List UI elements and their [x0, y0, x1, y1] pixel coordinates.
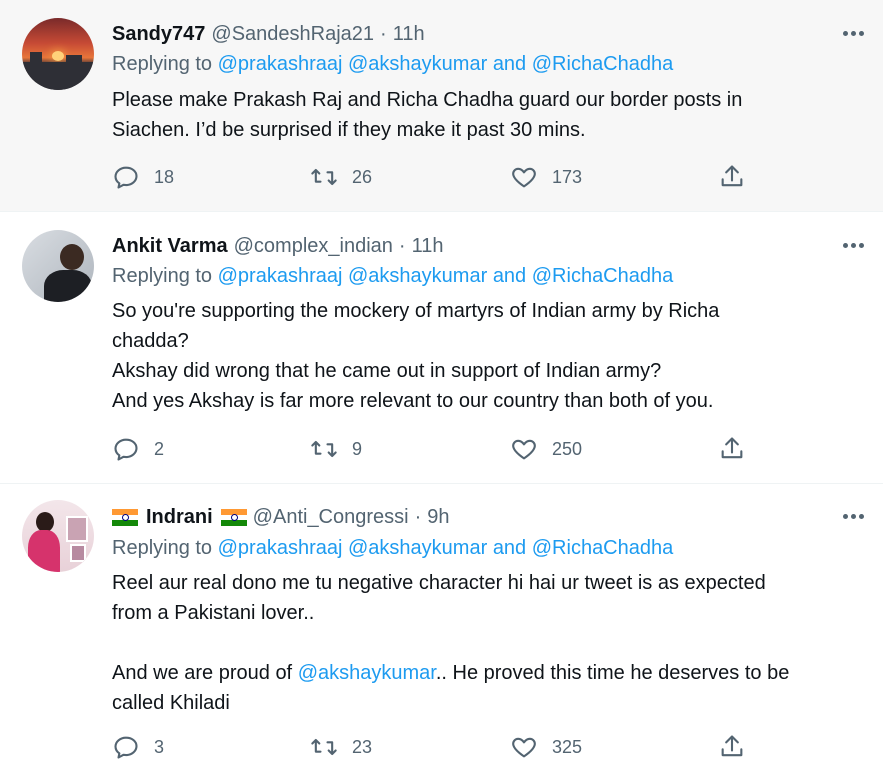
- reply-icon: [114, 166, 138, 189]
- tweet[interactable]: Sandy747 @SandeshRaja21 · 11h Replying t…: [0, 0, 883, 212]
- replying-to: Replying to @prakashraaj @akshaykumar an…: [112, 53, 673, 76]
- heart-icon: [512, 737, 536, 758]
- tweet-header: Ankit Varma @complex_indian · 11h: [112, 232, 823, 260]
- tweet-text-line: And yes Akshay is far more relevant to o…: [112, 390, 714, 412]
- tweet-text-line: Please make Prakash Raj and Richa Chadha…: [112, 89, 743, 111]
- mention-link[interactable]: @prakashraaj: [218, 53, 343, 75]
- like-count: 250: [552, 438, 583, 459]
- reply-button[interactable]: 18: [112, 162, 174, 192]
- retweet-icon: [311, 168, 337, 186]
- mention-link[interactable]: @prakashraaj: [218, 265, 343, 287]
- user-handle[interactable]: @Anti_Congressi: [253, 506, 409, 529]
- share-button[interactable]: [718, 162, 746, 192]
- mention-and: and: [492, 53, 527, 75]
- user-handle[interactable]: @SandeshRaja21: [211, 23, 374, 46]
- tweet-text: Reel aur real dono me tu negative charac…: [112, 568, 871, 718]
- timestamp[interactable]: 9h: [427, 506, 449, 529]
- separator: ·: [398, 234, 406, 257]
- avatar[interactable]: [22, 18, 94, 90]
- tweet-text-line: chadda?: [112, 330, 189, 352]
- more-icon[interactable]: [843, 511, 869, 521]
- mention-link[interactable]: @akshaykumar: [298, 662, 436, 684]
- replying-prefix: Replying to: [112, 53, 213, 75]
- tweet-actions: 3 23 325: [112, 732, 752, 762]
- timestamp[interactable]: 11h: [412, 235, 444, 258]
- separator: ·: [414, 505, 422, 528]
- replying-prefix: Replying to: [112, 537, 213, 559]
- tweet[interactable]: Indrani @Anti_Congressi · 9h Replying to…: [0, 484, 883, 772]
- retweet-button[interactable]: 26: [310, 162, 372, 192]
- mention-and: and: [492, 265, 527, 287]
- tweet-actions: 2 9 250: [112, 434, 752, 464]
- like-button[interactable]: 173: [510, 162, 582, 192]
- share-button[interactable]: [718, 732, 746, 762]
- tweet[interactable]: Ankit Varma @complex_indian · 11h Replyi…: [0, 212, 883, 484]
- tweet-text-line: called Khiladi: [112, 692, 230, 714]
- display-name[interactable]: Sandy747: [112, 23, 205, 46]
- share-icon: [721, 165, 743, 187]
- timestamp[interactable]: 11h: [393, 23, 425, 46]
- tweet-header: Indrani @Anti_Congressi · 9h: [112, 503, 823, 531]
- more-icon[interactable]: [843, 240, 869, 250]
- reply-button[interactable]: 3: [112, 732, 164, 762]
- tweet-text: So you're supporting the mockery of mart…: [112, 296, 871, 416]
- tweet-text-line: So you're supporting the mockery of mart…: [112, 300, 720, 322]
- reply-count: 18: [154, 166, 175, 187]
- avatar[interactable]: [22, 230, 94, 302]
- tweet-text-line: Reel aur real dono me tu negative charac…: [112, 572, 766, 594]
- heart-icon: [512, 439, 536, 460]
- reply-icon: [114, 438, 138, 461]
- reply-icon: [114, 736, 138, 759]
- tweet-text: Please make Prakash Raj and Richa Chadha…: [112, 85, 871, 145]
- mention-link[interactable]: @RichaChadha: [532, 537, 674, 559]
- text-fragment: .. He proved this time he deserves to be: [435, 662, 790, 684]
- display-name[interactable]: Indrani: [146, 506, 213, 529]
- retweet-button[interactable]: 23: [310, 732, 372, 762]
- retweet-count: 23: [352, 736, 373, 757]
- separator: ·: [380, 22, 387, 45]
- mention-and: and: [492, 537, 527, 559]
- tweet-actions: 18 26 173: [112, 162, 752, 192]
- mention-link[interactable]: @akshaykumar: [348, 265, 487, 287]
- user-handle[interactable]: @complex_indian: [234, 235, 393, 258]
- mention-link[interactable]: @RichaChadha: [532, 265, 674, 287]
- share-icon: [721, 437, 743, 459]
- share-button[interactable]: [718, 434, 746, 464]
- reply-count: 2: [154, 438, 165, 459]
- replying-to: Replying to @prakashraaj @akshaykumar an…: [112, 537, 673, 560]
- tweet-text-line: And we are proud of @akshaykumar.. He pr…: [112, 658, 871, 688]
- tweet-text-line: from a Pakistani lover..: [112, 602, 315, 624]
- replying-prefix: Replying to: [112, 265, 213, 287]
- mention-link[interactable]: @akshaykumar: [348, 537, 487, 559]
- heart-icon: [512, 167, 536, 188]
- retweet-icon: [311, 738, 337, 756]
- avatar[interactable]: [22, 500, 94, 572]
- replying-to: Replying to @prakashraaj @akshaykumar an…: [112, 265, 673, 288]
- tweet-header: Sandy747 @SandeshRaja21 · 11h: [112, 20, 823, 48]
- text-fragment: And we are proud of: [112, 662, 298, 684]
- reply-count: 3: [154, 736, 165, 757]
- india-flag-icon: [220, 508, 247, 526]
- display-name[interactable]: Ankit Varma: [112, 235, 228, 258]
- india-flag-icon: [112, 508, 138, 526]
- retweet-count: 26: [352, 166, 373, 187]
- retweet-button[interactable]: 9: [310, 434, 362, 464]
- like-count: 173: [552, 166, 583, 187]
- more-icon[interactable]: [843, 28, 869, 38]
- like-button[interactable]: 250: [510, 434, 582, 464]
- tweet-text-line: Siachen. I’d be surprised if they make i…: [112, 119, 586, 141]
- mention-link[interactable]: @prakashraaj: [218, 537, 343, 559]
- share-icon: [721, 735, 743, 757]
- tweet-text-line: Akshay did wrong that he came out in sup…: [112, 360, 662, 382]
- reply-button[interactable]: 2: [112, 434, 164, 464]
- like-count: 325: [552, 736, 583, 757]
- mention-link[interactable]: @RichaChadha: [532, 53, 674, 75]
- mention-link[interactable]: @akshaykumar: [348, 53, 487, 75]
- like-button[interactable]: 325: [510, 732, 582, 762]
- retweet-icon: [311, 440, 337, 458]
- retweet-count: 9: [352, 438, 363, 459]
